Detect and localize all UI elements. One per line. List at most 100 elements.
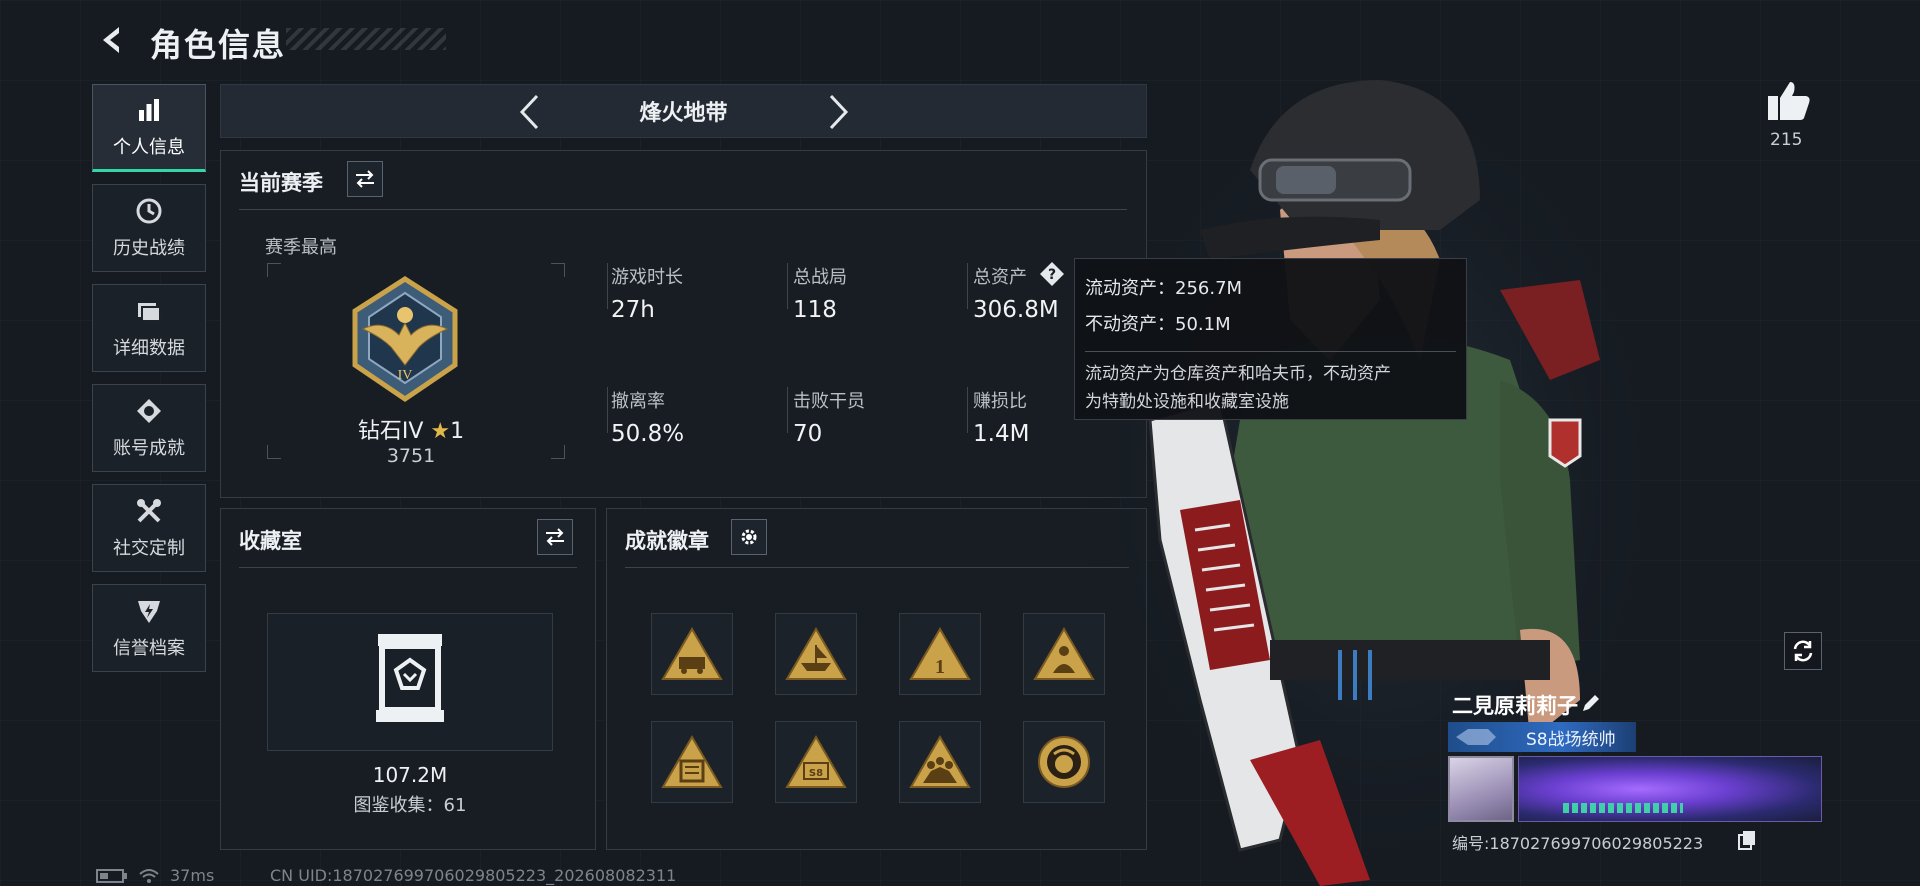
badge-tile[interactable]	[651, 613, 733, 695]
ping-value: 37ms	[170, 866, 215, 885]
title-decoration	[286, 28, 446, 50]
achievement-icon	[134, 396, 164, 426]
tooltip-description-line2: 为特勤处设施和收藏室设施	[1085, 392, 1289, 412]
stat-label-operators-defeated: 击败干员	[793, 391, 865, 412]
sidebar-item-history[interactable]: 历史战绩	[92, 184, 206, 272]
sidebar-item-achievements[interactable]: 账号成就	[92, 384, 206, 472]
frame-corner	[267, 263, 281, 277]
sidebar-item-reputation[interactable]: 信誉档案	[92, 584, 206, 672]
badge-tile[interactable]: S8	[775, 721, 857, 803]
sidebar-item-detailed-data[interactable]: 详细数据	[92, 284, 206, 372]
display-case-icon	[376, 634, 444, 722]
page-title: 角色信息	[150, 26, 287, 64]
frame-corner	[267, 445, 281, 459]
collection-title: 收藏室	[239, 529, 302, 553]
sidebar-item-label: 账号成就	[113, 438, 185, 459]
rank-line: 钻石IV ★1	[281, 413, 541, 445]
badge-crate-icon	[661, 735, 723, 788]
badge-ship-icon	[785, 627, 847, 680]
diamond-rank-emblem-icon: IV	[352, 276, 458, 403]
badges-panel: 成就徽章 1 S8	[606, 508, 1147, 850]
copy-button[interactable]	[1738, 830, 1756, 854]
mode-title: 烽火地带	[639, 101, 728, 126]
season-title: 当前赛季	[239, 171, 323, 195]
frame-corner	[551, 445, 565, 459]
like-count: 215	[1770, 130, 1803, 150]
player-name: 二見原莉莉子	[1452, 694, 1578, 718]
stat-divider	[607, 387, 608, 433]
player-title-bar[interactable]: S8战场统帅	[1448, 722, 1636, 752]
bar-chart-icon	[134, 95, 164, 125]
divider	[239, 209, 1127, 210]
stat-label-playtime: 游戏时长	[611, 267, 683, 288]
folder-icon	[134, 296, 164, 326]
name-card-decoration	[1563, 803, 1683, 813]
badge-tile[interactable]	[651, 721, 733, 803]
badges-title: 成就徽章	[625, 529, 709, 553]
divider	[239, 567, 577, 568]
back-arrow-icon	[103, 27, 119, 53]
tooltip-description-line1: 流动资产为仓库资产和哈夫币，不动资产	[1085, 364, 1391, 384]
stat-label-profit-loss: 赚损比	[973, 391, 1027, 412]
svg-text:S8: S8	[809, 768, 823, 779]
sidebar-item-label: 历史战绩	[113, 238, 185, 259]
sidebar: 个人信息 历史战绩 详细数据 账号成就 社交定制 信誉档案	[92, 84, 206, 684]
season-best-label: 赛季最高	[265, 237, 337, 258]
shield-icon	[134, 596, 164, 626]
refresh-button[interactable]	[1784, 632, 1822, 670]
badge-number-one-icon: 1	[909, 627, 971, 680]
name-card-banner[interactable]	[1518, 756, 1822, 822]
badge-tile[interactable]	[899, 721, 981, 803]
star-icon: ★	[430, 419, 451, 444]
clock-icon	[134, 196, 164, 226]
divider	[625, 567, 1129, 568]
mode-next-button[interactable]	[821, 93, 857, 131]
player-title: S8战场统帅	[1526, 729, 1616, 750]
sidebar-item-label: 详细数据	[113, 338, 185, 359]
avatar[interactable]	[1448, 756, 1514, 822]
svg-text:1: 1	[935, 656, 945, 678]
season-switch-button[interactable]	[347, 161, 383, 197]
stat-divider	[607, 263, 608, 309]
badge-s8-icon: S8	[785, 735, 847, 788]
tooltip-liquid-assets: 流动资产：256.7M	[1085, 278, 1243, 299]
season-panel: 当前赛季 赛季最高 IV 钻石IV ★1 3751 游戏时长 27h 总战局 1…	[220, 150, 1147, 498]
collection-count: 图鉴收集：61	[353, 795, 467, 816]
player-serial: 编号:18702769970602980522​3	[1452, 834, 1704, 853]
stat-divider	[787, 263, 788, 309]
assets-tooltip: 流动资产：256.7M 不动资产：50.1M 流动资产为仓库资产和哈夫币，不动资…	[1074, 258, 1467, 420]
tooltip-fixed-assets: 不动资产：50.1M	[1085, 314, 1231, 335]
stat-value-playtime: 27h	[611, 297, 655, 323]
help-icon[interactable]: ?	[1039, 261, 1065, 287]
collection-switch-button[interactable]	[537, 519, 573, 555]
badges-settings-button[interactable]	[731, 519, 767, 555]
wifi-icon	[139, 868, 159, 883]
collection-display[interactable]	[267, 613, 553, 751]
swap-icon	[546, 528, 564, 546]
badge-squad-icon	[909, 735, 971, 788]
stat-divider	[967, 263, 968, 309]
sidebar-item-personal-info[interactable]: 个人信息	[92, 84, 206, 172]
badge-tile[interactable]: 1	[899, 613, 981, 695]
tools-icon	[134, 496, 164, 526]
sidebar-item-label: 社交定制	[113, 538, 185, 559]
sidebar-item-social-custom[interactable]: 社交定制	[92, 484, 206, 572]
copy-icon	[1738, 831, 1755, 850]
stat-value-operators-defeated: 70	[793, 421, 823, 447]
refresh-icon	[1793, 640, 1813, 662]
badge-tile[interactable]	[775, 613, 857, 695]
edit-name-button[interactable]	[1580, 692, 1602, 718]
mode-prev-button[interactable]	[511, 93, 547, 131]
rank-score: 3751	[386, 445, 436, 467]
rank-stars: 1	[450, 419, 465, 444]
badge-vehicle-icon	[661, 627, 723, 680]
svg-text:?: ?	[1048, 267, 1056, 283]
title-emblem-icon	[1456, 729, 1496, 745]
stat-label-total-matches: 总战局	[793, 267, 847, 288]
tooltip-divider	[1085, 351, 1456, 352]
battery-icon	[96, 868, 127, 883]
gear-icon	[741, 529, 757, 545]
like-button[interactable]	[1766, 80, 1812, 122]
stat-value-profit-loss: 1.4M	[973, 421, 1030, 447]
back-button[interactable]	[92, 20, 132, 60]
